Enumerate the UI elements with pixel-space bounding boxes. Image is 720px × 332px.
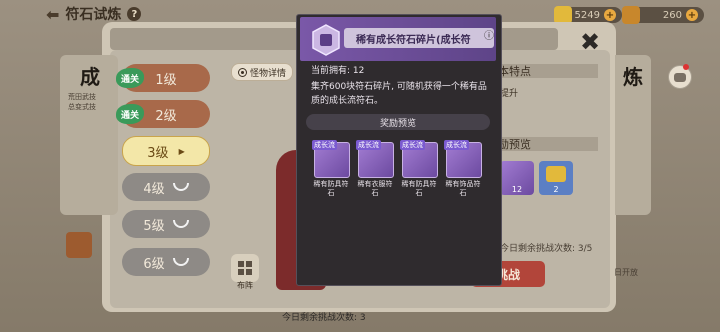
level-button-3[interactable]: 3级 ▶ — [122, 136, 210, 166]
right-mode-card[interactable]: 炼 — [615, 55, 651, 215]
close-button[interactable]: ✖ — [576, 28, 604, 56]
rune-slot-2[interactable]: 成长流 — [356, 140, 394, 178]
reward-preview-label: 奖励预览 — [306, 114, 490, 130]
rune-fragment-icon — [312, 24, 340, 56]
lock-icon — [172, 220, 189, 228]
remaining-attempts-bottom: 今日剩余挑战次数: 3 — [282, 313, 366, 323]
cleared-badge: 通关 — [116, 104, 144, 124]
level-label: 2级 — [155, 108, 177, 124]
reward-chest[interactable]: 2 — [539, 161, 573, 195]
reward-chest-icon — [66, 232, 92, 258]
monster-detail-button[interactable]: 怪物详情 — [231, 63, 294, 81]
monster-detail-label: 怪物详情 — [250, 68, 287, 79]
rune-tag: 成长流 — [400, 140, 425, 150]
chest-icon — [546, 166, 566, 182]
remaining-attempts: 今日剩余挑战次数: 3/5 — [500, 244, 593, 254]
rune-tag: 成长流 — [356, 140, 381, 150]
formation-grid-icon — [238, 261, 252, 275]
reward-title: 励预览 — [498, 138, 531, 151]
eye-icon — [238, 67, 247, 77]
page-title: 符石试炼 — [65, 7, 122, 23]
cleared-badge: 通关 — [116, 68, 144, 88]
back-arrow-icon[interactable]: ⬅ — [46, 5, 59, 24]
reward-rune-fragment[interactable]: 12 — [500, 161, 534, 195]
help-icon[interactable]: ? — [127, 7, 142, 21]
reward-count: 12 — [511, 185, 523, 194]
feature-text: 提升 — [500, 89, 519, 99]
owned-count: 当前拥有: 12 — [311, 66, 365, 76]
lock-icon — [172, 258, 189, 266]
page-header: ⬅ 符石试炼 ? — [46, 4, 142, 24]
rune-slot-3[interactable]: 成长流 — [400, 140, 438, 178]
rune-slot-4[interactable]: 成长流 — [444, 140, 482, 178]
formation-label: 布阵 — [237, 281, 253, 290]
open-days-text: 日开放 — [614, 268, 638, 277]
chat-button[interactable] — [668, 64, 692, 89]
level-label: 3级 — [147, 145, 169, 161]
add-gold-button[interactable]: + — [604, 9, 616, 21]
level-label: 4级 — [143, 181, 165, 197]
left-card-title: 成 — [80, 65, 100, 89]
notification-dot — [683, 64, 689, 70]
item-description: 集齐600块符石碎片, 可随机获得一个稀有品质的成长流符石。 — [311, 82, 487, 106]
rune-name: 稀有饰品符石 — [445, 180, 481, 197]
level-button-6[interactable]: 6级 — [122, 248, 210, 276]
reward-count: 2 — [553, 185, 559, 194]
ingot-icon — [622, 6, 640, 24]
level-label: 1级 — [155, 72, 177, 88]
rune-tag: 成长流 — [312, 140, 337, 150]
chat-icon — [674, 72, 686, 82]
level-label: 5级 — [143, 218, 165, 234]
lock-icon — [172, 183, 189, 191]
level-button-4[interactable]: 4级 — [122, 173, 210, 201]
add-ingot-button[interactable]: + — [686, 9, 698, 21]
info-icon: ⓘ — [484, 31, 494, 42]
rune-tag: 成长流 — [444, 140, 469, 150]
item-title: 稀有成长符石碎片(成长符 — [356, 35, 471, 46]
rune-name: 稀有防具符石 — [313, 180, 349, 197]
left-card-text: 荒田武技 总变式技 — [68, 93, 96, 111]
rune-name: 稀有防具符石 — [401, 180, 437, 197]
right-card-title: 炼 — [623, 65, 643, 89]
formation-button[interactable] — [231, 254, 259, 282]
left-mode-card[interactable]: 成 荒田武技 总变式技 — [60, 55, 118, 258]
currency-gold-value: 5249 — [574, 9, 600, 21]
feature-section-title: 本特点 — [498, 64, 598, 78]
rune-slot-1[interactable]: 成长流 — [312, 140, 350, 178]
play-arrow-icon: ▶ — [178, 146, 185, 156]
level-label: 6级 — [143, 256, 165, 272]
currency-ingot: 260 + — [622, 6, 704, 24]
feature-title: 本特点 — [498, 65, 531, 78]
rune-name: 稀有衣服符石 — [357, 180, 393, 197]
currency-ingot-value: 260 — [662, 9, 682, 21]
reward-section-title: 励预览 — [498, 137, 598, 151]
currency-gold: 5249 + — [554, 6, 622, 24]
level-button-5[interactable]: 5级 — [122, 210, 210, 238]
